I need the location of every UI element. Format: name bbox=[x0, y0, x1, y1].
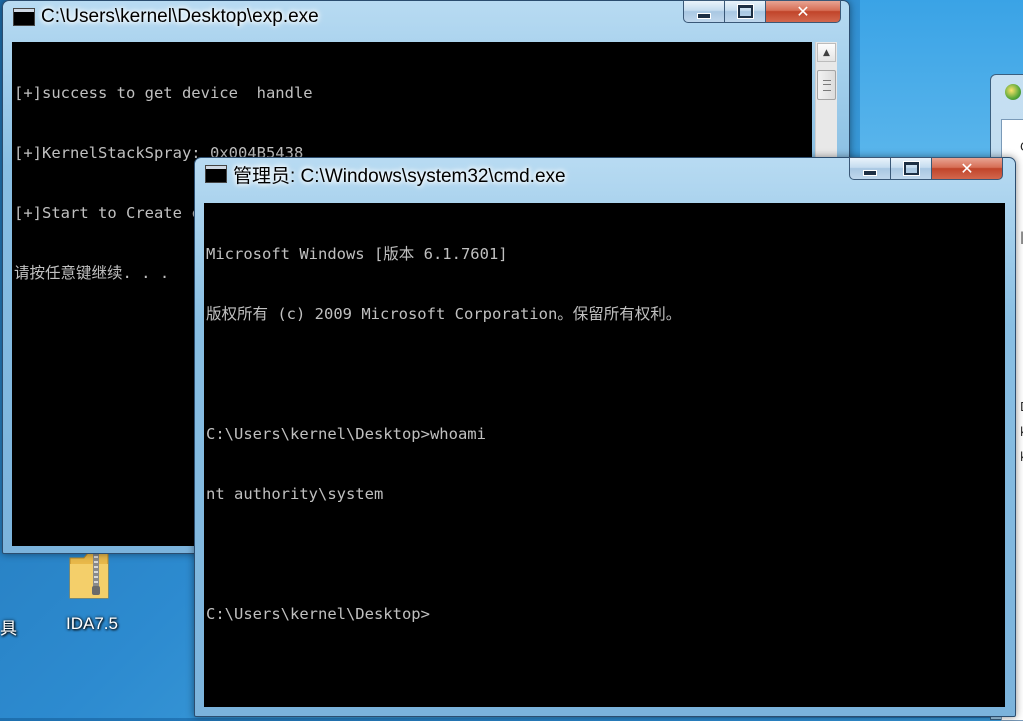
console-line: Microsoft Windows [版本 6.1.7601] bbox=[206, 245, 508, 263]
console-line: C:\Users\kernel\Desktop>whoami bbox=[206, 425, 486, 443]
exp-close-button[interactable]: ✕ bbox=[765, 0, 841, 23]
console-window-icon bbox=[13, 8, 35, 26]
cmd-maximize-button[interactable] bbox=[890, 157, 931, 180]
maximize-icon bbox=[903, 162, 919, 175]
exp-maximize-button[interactable] bbox=[724, 0, 765, 23]
cmd-close-button[interactable]: ✕ bbox=[931, 157, 1003, 180]
exp-minimize-button[interactable] bbox=[683, 0, 724, 23]
app-globe-icon bbox=[1005, 84, 1021, 100]
folder-zip-icon[interactable] bbox=[66, 548, 112, 602]
minimize-icon bbox=[697, 12, 711, 19]
console-window-icon bbox=[205, 165, 227, 183]
desktop-icon-label-ida[interactable]: IDA7.5 bbox=[66, 614, 118, 634]
close-icon: ✕ bbox=[960, 159, 974, 178]
cmd-window-controls: ✕ bbox=[849, 157, 1003, 180]
console-line: 版权所有 (c) 2009 Microsoft Corporation。保留所有… bbox=[206, 305, 682, 323]
desktop-icon-label-partial[interactable]: 具 bbox=[0, 614, 17, 639]
exp-window-title: C:\Users\kernel\Desktop\exp.exe bbox=[41, 6, 319, 27]
minimize-icon bbox=[863, 169, 877, 176]
cmd-exe-window[interactable]: 管理员: C:\Windows\system32\cmd.exe ✕ Micro… bbox=[194, 157, 1016, 717]
exp-window-controls: ✕ bbox=[683, 0, 841, 23]
cmd-window-title: 管理员: C:\Windows\system32\cmd.exe bbox=[233, 165, 566, 187]
arrow-up-icon: ▲ bbox=[823, 47, 830, 58]
console-prompt-line[interactable]: C:\Users\kernel\Desktop> bbox=[206, 604, 1003, 624]
cmd-minimize-button[interactable] bbox=[849, 157, 890, 180]
scroll-up-button[interactable]: ▲ bbox=[817, 43, 836, 62]
maximize-icon bbox=[737, 5, 753, 18]
cmd-console-output[interactable]: Microsoft Windows [版本 6.1.7601] 版权所有 (c)… bbox=[204, 203, 1005, 707]
console-line: [+]success to get device handle bbox=[14, 84, 313, 102]
close-icon: ✕ bbox=[796, 2, 810, 21]
scroll-thumb[interactable] bbox=[817, 70, 836, 100]
console-line: nt authority\system bbox=[206, 485, 384, 503]
